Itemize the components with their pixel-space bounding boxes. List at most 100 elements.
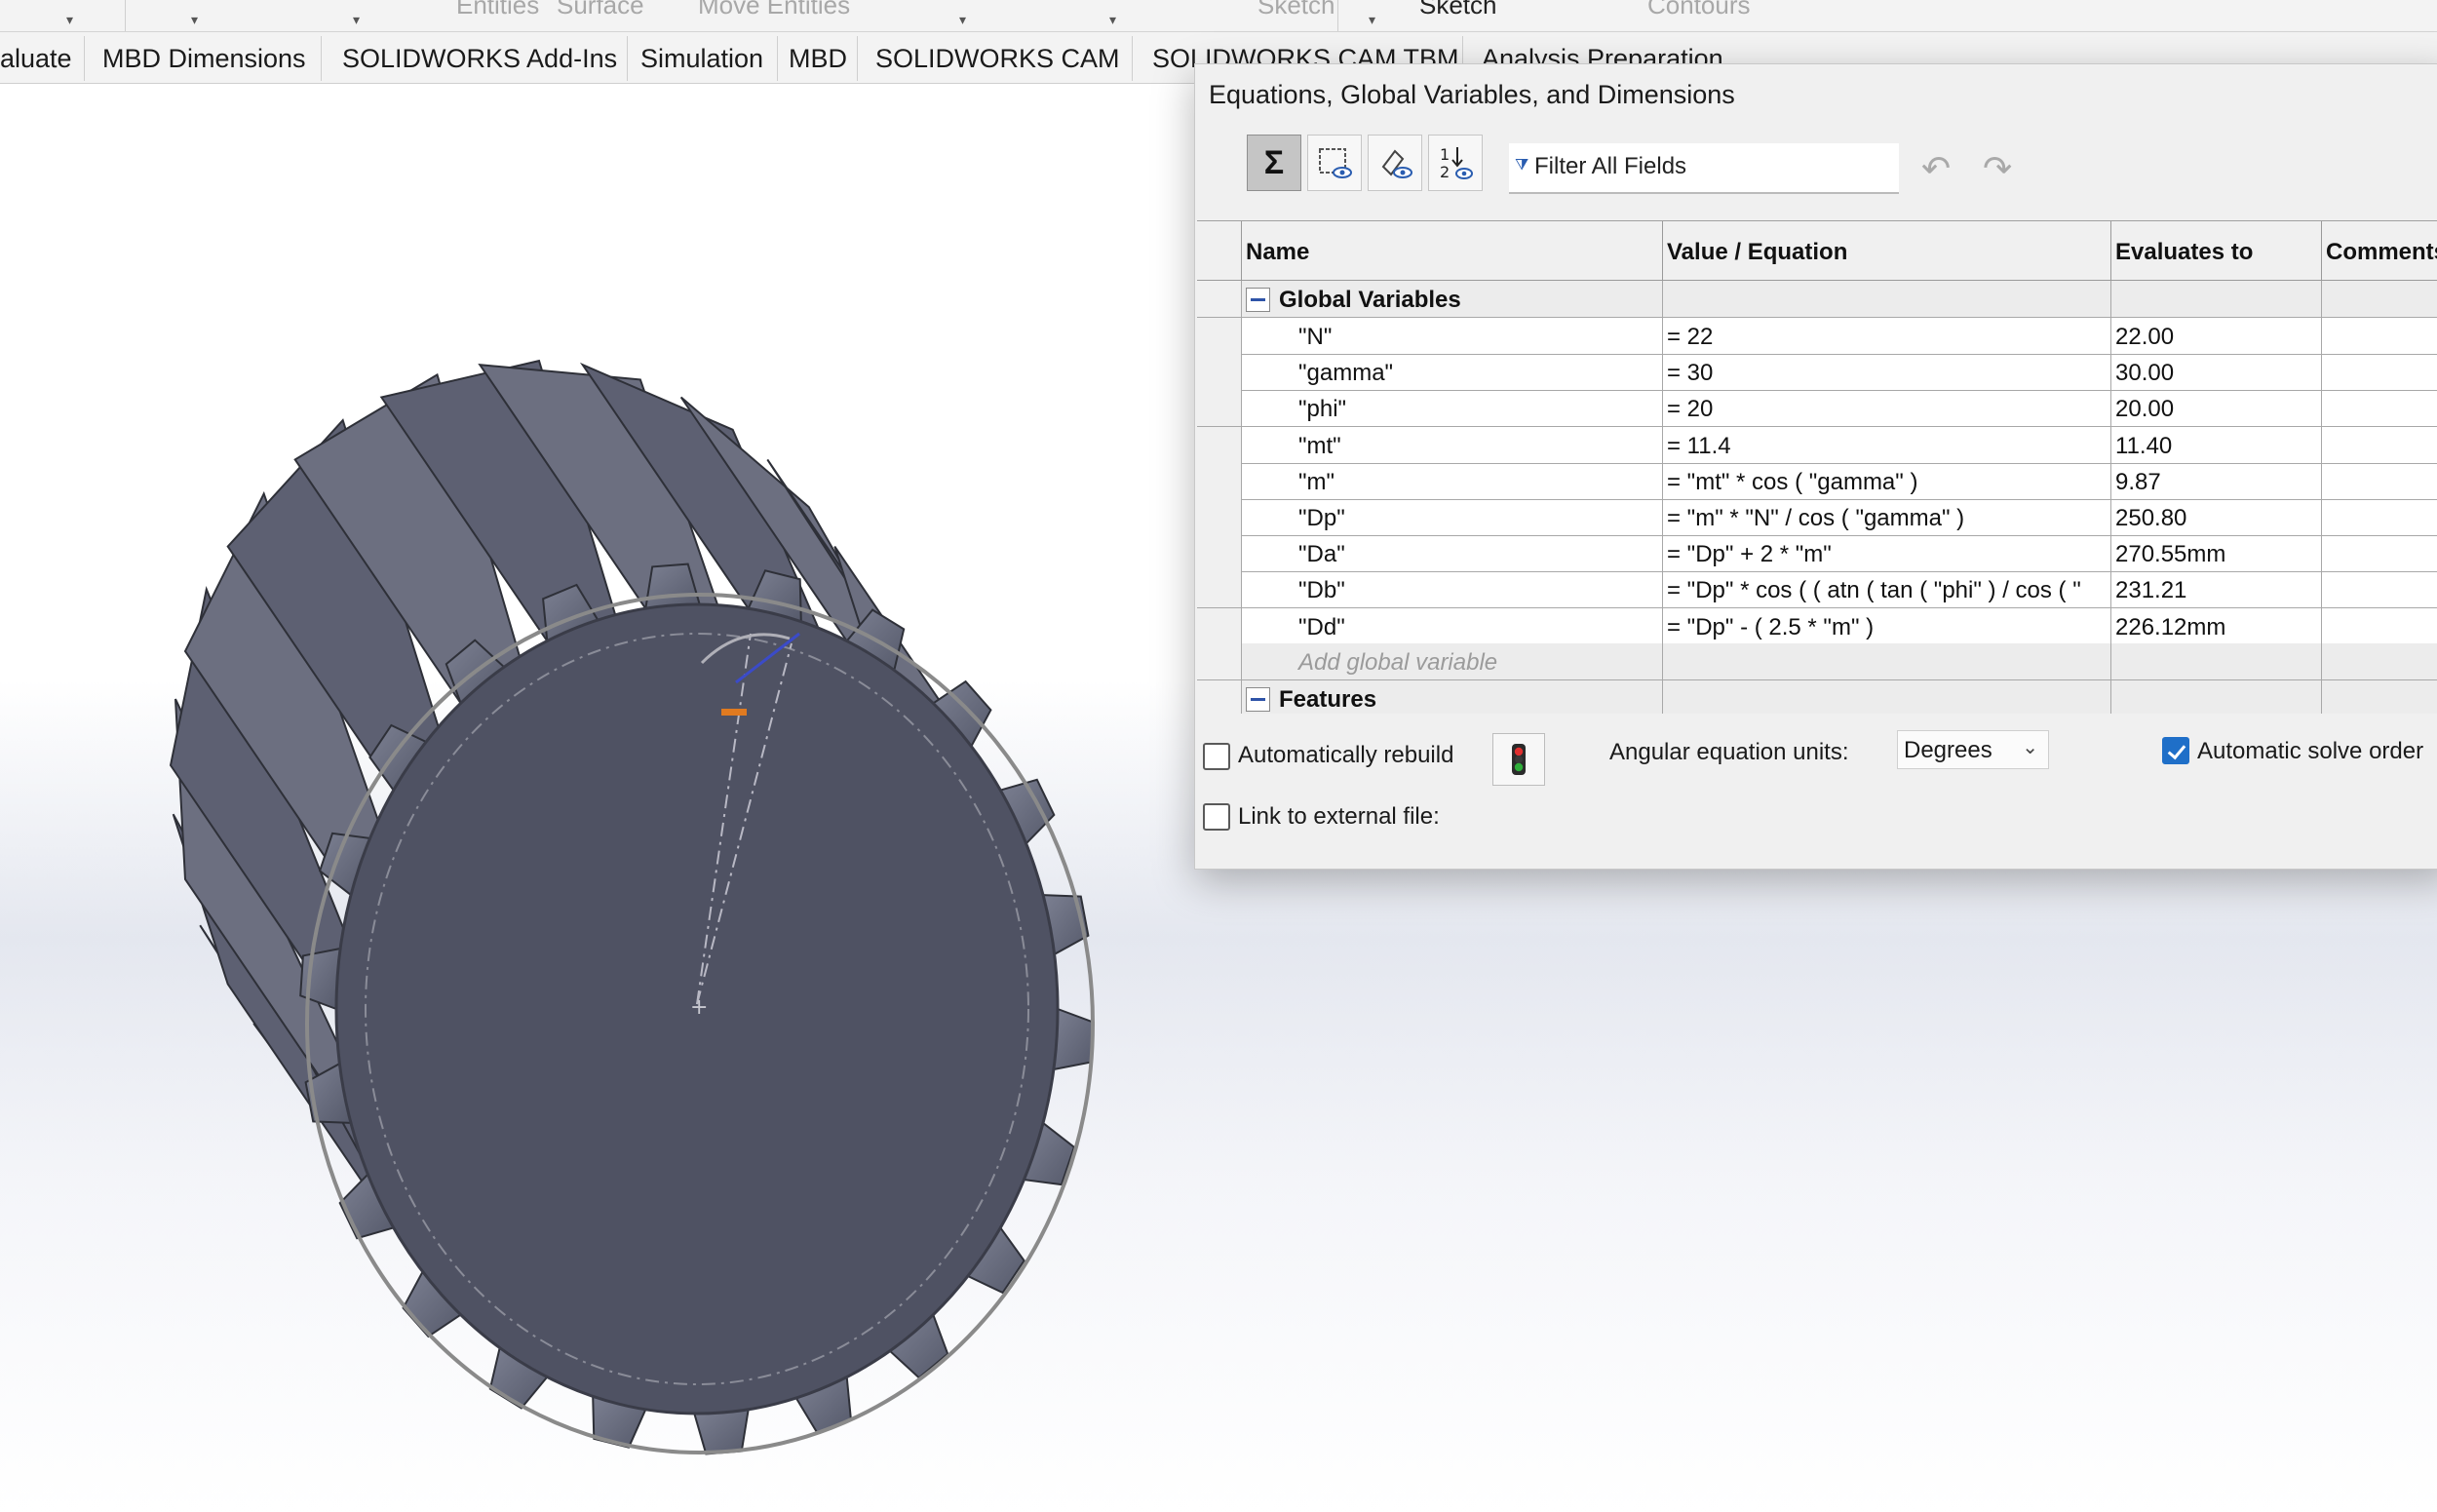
rebuild-button[interactable] <box>1492 733 1545 786</box>
sigma-icon: Σ <box>1263 143 1285 181</box>
equation-cell[interactable]: = 11.4 <box>1663 426 2111 463</box>
row-selector[interactable] <box>1197 426 1242 463</box>
column-header-name[interactable]: Name <box>1242 221 1663 280</box>
chevron-down-icon[interactable]: ▾ <box>1109 12 1116 28</box>
ribbon-label-contours[interactable]: Contours <box>1647 0 1751 20</box>
row-selector[interactable] <box>1197 354 1242 391</box>
table-row[interactable]: "phi" = 20 20.00 <box>1197 390 2437 428</box>
row-selector[interactable] <box>1197 607 1242 644</box>
comment-cell[interactable] <box>2322 318 2437 354</box>
tab-simulation[interactable]: Simulation <box>640 32 763 83</box>
chevron-down-icon[interactable]: ▾ <box>959 12 966 28</box>
ordered-view-button[interactable]: 1 2 <box>1428 135 1483 191</box>
undo-icon[interactable]: ↶ <box>1921 148 1951 189</box>
ribbon-label-sketch-2[interactable]: Sketch <box>1419 0 1497 20</box>
comment-cell[interactable] <box>2322 390 2437 426</box>
equation-cell[interactable]: = "mt" * cos ( "gamma" ) <box>1663 462 2111 499</box>
row-selector[interactable] <box>1197 318 1242 354</box>
variable-name-cell[interactable]: "N" <box>1242 318 1663 354</box>
variable-name-cell[interactable]: "Db" <box>1242 571 1663 608</box>
equation-cell[interactable]: = "m" * "N" / cos ( "gamma" ) <box>1663 499 2111 535</box>
tab-mbd-dimensions[interactable]: MBD Dimensions <box>102 32 306 83</box>
equation-view-button[interactable]: Σ <box>1247 135 1301 191</box>
tab-mbd[interactable]: MBD <box>789 32 847 83</box>
redo-icon[interactable]: ↷ <box>1983 148 2012 189</box>
equation-cell[interactable]: = "Dp" * cos ( ( atn ( tan ( "phi" ) / c… <box>1663 571 2111 608</box>
empty-cell <box>1663 680 2111 714</box>
table-row[interactable]: "N" = 22 22.00 <box>1197 318 2437 355</box>
ribbon-label-entities[interactable]: Entities <box>456 0 539 20</box>
row-selector[interactable] <box>1197 499 1242 535</box>
comment-cell[interactable] <box>2322 463 2437 499</box>
row-selector[interactable] <box>1197 535 1242 572</box>
table-row[interactable]: "m" = "mt" * cos ( "gamma" ) 9.87 <box>1197 462 2437 500</box>
table-row[interactable]: "mt" = 11.4 11.40 <box>1197 426 2437 464</box>
automatically-rebuild-label[interactable]: Automatically rebuild <box>1238 742 1453 769</box>
comment-cell[interactable] <box>2322 571 2437 607</box>
filter-all-fields-input[interactable]: ⧩ Filter All Fields <box>1509 143 1899 194</box>
ribbon-label-move-entities[interactable]: Move Entities <box>698 0 850 20</box>
equations-dialog[interactable]: Equations, Global Variables, and Dimensi… <box>1194 63 2437 870</box>
group-row-features[interactable]: Features <box>1197 680 2437 714</box>
equation-cell[interactable]: = "Dp" - ( 2.5 * "m" ) <box>1663 607 2111 644</box>
dimension-view-button[interactable] <box>1368 135 1422 191</box>
row-header-corner <box>1197 221 1242 280</box>
row-selector[interactable] <box>1197 390 1242 427</box>
dialog-title[interactable]: Equations, Global Variables, and Dimensi… <box>1209 80 1735 110</box>
table-row[interactable]: "Dp" = "m" * "N" / cos ( "gamma" ) 250.80 <box>1197 499 2437 536</box>
add-global-variable-placeholder[interactable]: Add global variable <box>1242 643 1663 679</box>
column-header-comments[interactable]: Comments <box>2322 221 2437 280</box>
comment-cell[interactable] <box>2322 608 2437 644</box>
variable-name-cell[interactable]: "Dd" <box>1242 607 1663 644</box>
graphics-area-helical-gear[interactable]: + <box>0 84 1199 1512</box>
link-external-file-checkbox[interactable] <box>1203 803 1230 831</box>
variable-name-cell[interactable]: "Dp" <box>1242 499 1663 535</box>
equation-cell[interactable]: = 22 <box>1663 318 2111 354</box>
chevron-down-icon[interactable]: ▾ <box>66 12 73 28</box>
variable-name-cell[interactable]: "Da" <box>1242 535 1663 572</box>
tab-solidworks-cam[interactable]: SOLIDWORKS CAM <box>875 32 1120 83</box>
equation-cell[interactable]: = "Dp" + 2 * "m" <box>1663 535 2111 572</box>
equation-cell[interactable]: = 20 <box>1663 390 2111 427</box>
automatic-solve-order-checkbox[interactable] <box>2162 737 2189 764</box>
add-global-variable-row[interactable]: Add global variable <box>1197 643 2437 680</box>
divider <box>1337 0 1338 31</box>
variable-name-cell[interactable]: "phi" <box>1242 390 1663 427</box>
angular-units-select[interactable]: Degrees ⌄ <box>1897 730 2049 769</box>
row-selector[interactable] <box>1197 680 1242 714</box>
ribbon-label-sketch[interactable]: Sketch <box>1257 0 1335 20</box>
automatically-rebuild-checkbox[interactable] <box>1203 743 1230 770</box>
chevron-down-icon[interactable]: ▾ <box>1369 12 1375 28</box>
table-row[interactable]: "gamma" = 30 30.00 <box>1197 354 2437 392</box>
row-selector[interactable] <box>1197 643 1242 679</box>
tab-evaluate[interactable]: aluate <box>0 32 72 83</box>
variable-name-cell[interactable]: "gamma" <box>1242 354 1663 391</box>
comment-cell[interactable] <box>2322 354 2437 390</box>
column-header-evaluates[interactable]: Evaluates to <box>2111 221 2322 280</box>
empty-cell <box>2322 281 2437 317</box>
divider <box>627 36 628 81</box>
comment-cell[interactable] <box>2322 535 2437 571</box>
link-external-file-label[interactable]: Link to external file: <box>1238 803 1440 831</box>
comment-cell[interactable] <box>2322 427 2437 463</box>
sketch-equation-view-button[interactable] <box>1307 135 1362 191</box>
table-row[interactable]: "Da" = "Dp" + 2 * "m" 270.55mm <box>1197 535 2437 573</box>
equation-cell[interactable]: = 30 <box>1663 354 2111 391</box>
column-header-value[interactable]: Value / Equation <box>1663 221 2111 280</box>
chevron-down-icon[interactable]: ▾ <box>353 12 360 28</box>
row-selector[interactable] <box>1197 281 1242 317</box>
equations-table[interactable]: Name Value / Equation Evaluates to Comme… <box>1197 220 2437 714</box>
empty-cell[interactable] <box>1663 643 2111 679</box>
row-selector[interactable] <box>1197 462 1242 499</box>
tab-solidworks-add-ins[interactable]: SOLIDWORKS Add-Ins <box>342 32 617 83</box>
table-row[interactable]: "Dd" = "Dp" - ( 2.5 * "m" ) 226.12mm <box>1197 607 2437 645</box>
table-row[interactable]: "Db" = "Dp" * cos ( ( atn ( tan ( "phi" )… <box>1197 571 2437 609</box>
row-selector[interactable] <box>1197 571 1242 608</box>
ribbon-label-surface[interactable]: Surface <box>557 0 644 20</box>
chevron-down-icon[interactable]: ▾ <box>191 12 198 28</box>
variable-name-cell[interactable]: "m" <box>1242 462 1663 499</box>
automatic-solve-order-label[interactable]: Automatic solve order <box>2197 738 2423 765</box>
comment-cell[interactable] <box>2322 499 2437 535</box>
variable-name-cell[interactable]: "mt" <box>1242 426 1663 463</box>
group-row-global-variables[interactable]: Global Variables <box>1197 281 2437 318</box>
